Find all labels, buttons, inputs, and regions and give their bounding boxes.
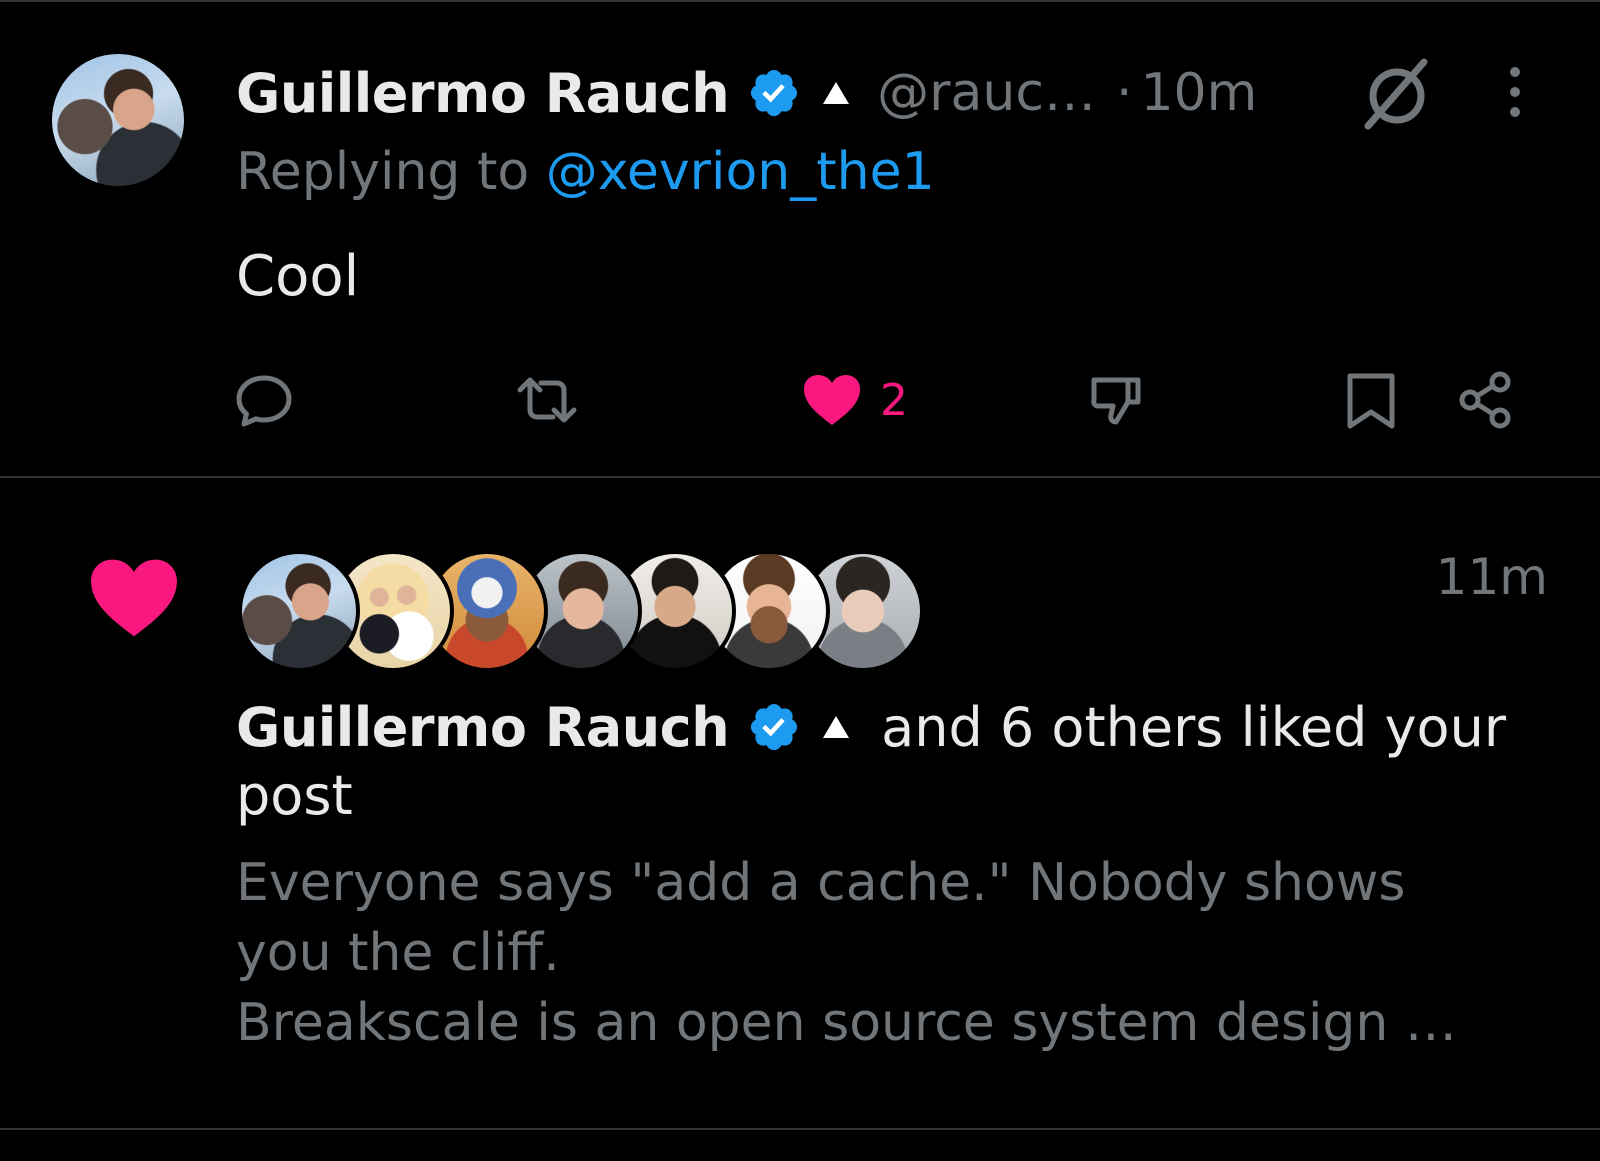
like-notification-heart-icon (91, 559, 177, 637)
like-button[interactable]: 2 (802, 360, 908, 440)
post-header: Guillermo Rauch @rauc… · 10m (236, 58, 1536, 128)
post-time[interactable]: 10m (1140, 63, 1257, 123)
bottom-divider (0, 1128, 1600, 1130)
snippet-line: Breakscale is an open source system desi… (236, 993, 1457, 1053)
verified-badge-icon (751, 703, 798, 751)
reply-icon (236, 375, 292, 427)
reply-post[interactable]: Guillermo Rauch @rauc… · 10m Replying to… (0, 0, 1600, 477)
repost-icon (517, 377, 577, 423)
triangle-affiliate-icon (823, 82, 850, 104)
triangle-affiliate-icon (823, 716, 850, 738)
actor-name[interactable]: Guillermo Rauch (236, 696, 730, 759)
replying-to-line: Replying to @xevrion_the1 (236, 142, 935, 202)
notification-time: 11m (1435, 548, 1548, 606)
snippet-line: you the cliff. (236, 923, 560, 983)
dislike-icon (1091, 377, 1141, 425)
author-handle[interactable]: @rauc… (877, 63, 1096, 123)
reply-button[interactable] (234, 360, 294, 440)
verified-badge-icon (751, 69, 798, 117)
like-icon (804, 375, 860, 425)
grok-icon[interactable] (1358, 56, 1436, 134)
separator-dot: · (1115, 63, 1133, 123)
replying-prefix: Replying to (236, 142, 546, 202)
author-avatar[interactable] (52, 54, 184, 186)
liker-avatar[interactable] (238, 550, 360, 672)
author-name[interactable]: Guillermo Rauch (236, 62, 730, 125)
share-button[interactable] (1456, 360, 1516, 440)
share-icon (1459, 371, 1511, 429)
liked-text: and 6 others liked your (881, 695, 1507, 759)
post-actions: 2 (0, 360, 1600, 440)
post-text: Cool (236, 244, 360, 309)
bookmark-button[interactable] (1344, 360, 1398, 440)
section-divider (0, 476, 1600, 478)
notification-headline: Guillermo Rauch and 6 others liked your (236, 690, 1566, 764)
bookmark-icon (1347, 373, 1395, 429)
post-snippet[interactable]: Everyone says "add a cache." Nobody show… (236, 848, 1556, 1058)
dislike-button[interactable] (1086, 360, 1146, 440)
liked-text-continued: post (236, 764, 353, 827)
replying-to-mention[interactable]: @xevrion_the1 (546, 142, 935, 202)
more-options-icon[interactable] (1500, 64, 1530, 120)
like-count: 2 (880, 374, 908, 426)
snippet-line: Everyone says "add a cache." Nobody show… (236, 853, 1406, 913)
repost-button[interactable] (512, 360, 582, 440)
